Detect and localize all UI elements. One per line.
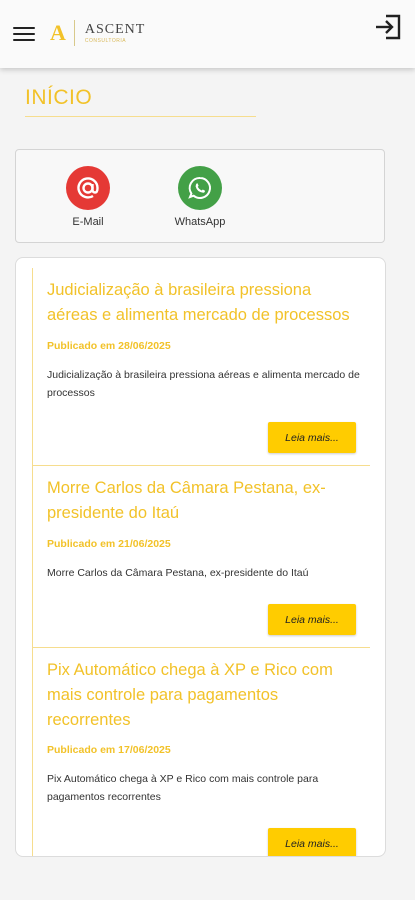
news-title[interactable]: Morre Carlos da Câmara Pestana, ex-presi…	[47, 476, 365, 526]
news-description: Morre Carlos da Câmara Pestana, ex-presi…	[47, 567, 309, 579]
hamburger-menu-icon[interactable]	[12, 22, 36, 46]
title-underline	[25, 116, 256, 117]
news-date: Publicado em 28/06/2025	[47, 340, 171, 352]
whatsapp-label: WhatsApp	[174, 216, 226, 228]
read-more-button[interactable]: Leia mais...	[268, 828, 356, 856]
news-title[interactable]: Pix Automático chega à XP e Rico com mai…	[47, 658, 365, 733]
page-title: INÍCIO	[25, 86, 93, 109]
whatsapp-contact-button[interactable]: WhatsApp	[160, 166, 240, 228]
news-description: Judicialização à brasileira pressiona aé…	[47, 369, 360, 399]
email-label: E-Mail	[72, 216, 104, 228]
logo-divider	[73, 20, 75, 46]
logo-letter: A	[50, 20, 66, 45]
news-title[interactable]: Judicialização à brasileira pressiona aé…	[47, 278, 365, 328]
news-item: Judicialização à brasileira pressiona aé…	[33, 268, 370, 466]
contact-card: E-Mail WhatsApp	[15, 149, 385, 243]
at-sign-icon	[66, 166, 110, 210]
news-item: Morre Carlos da Câmara Pestana, ex-presi…	[33, 466, 370, 648]
news-list-card: Judicialização à brasileira pressiona aé…	[15, 257, 386, 857]
app-header: A ASCENT CONSULTORIA	[0, 0, 415, 68]
brand-subtitle: CONSULTORIA	[84, 37, 127, 44]
email-contact-button[interactable]: E-Mail	[48, 166, 128, 228]
read-more-button[interactable]: Leia mais...	[268, 422, 356, 453]
logout-icon[interactable]	[374, 12, 404, 42]
news-description: Pix Automático chega à XP e Rico com mai…	[47, 773, 319, 803]
news-date: Publicado em 21/06/2025	[47, 538, 171, 550]
whatsapp-icon	[178, 166, 222, 210]
brand-logo: A ASCENT CONSULTORIA	[50, 18, 145, 48]
news-item: Pix Automático chega à XP e Rico com mai…	[33, 648, 370, 856]
news-date: Publicado em 17/06/2025	[47, 744, 171, 756]
news-list: Judicialização à brasileira pressiona aé…	[32, 268, 370, 856]
read-more-button[interactable]: Leia mais...	[268, 604, 356, 635]
brand-name: ASCENT	[84, 21, 146, 37]
